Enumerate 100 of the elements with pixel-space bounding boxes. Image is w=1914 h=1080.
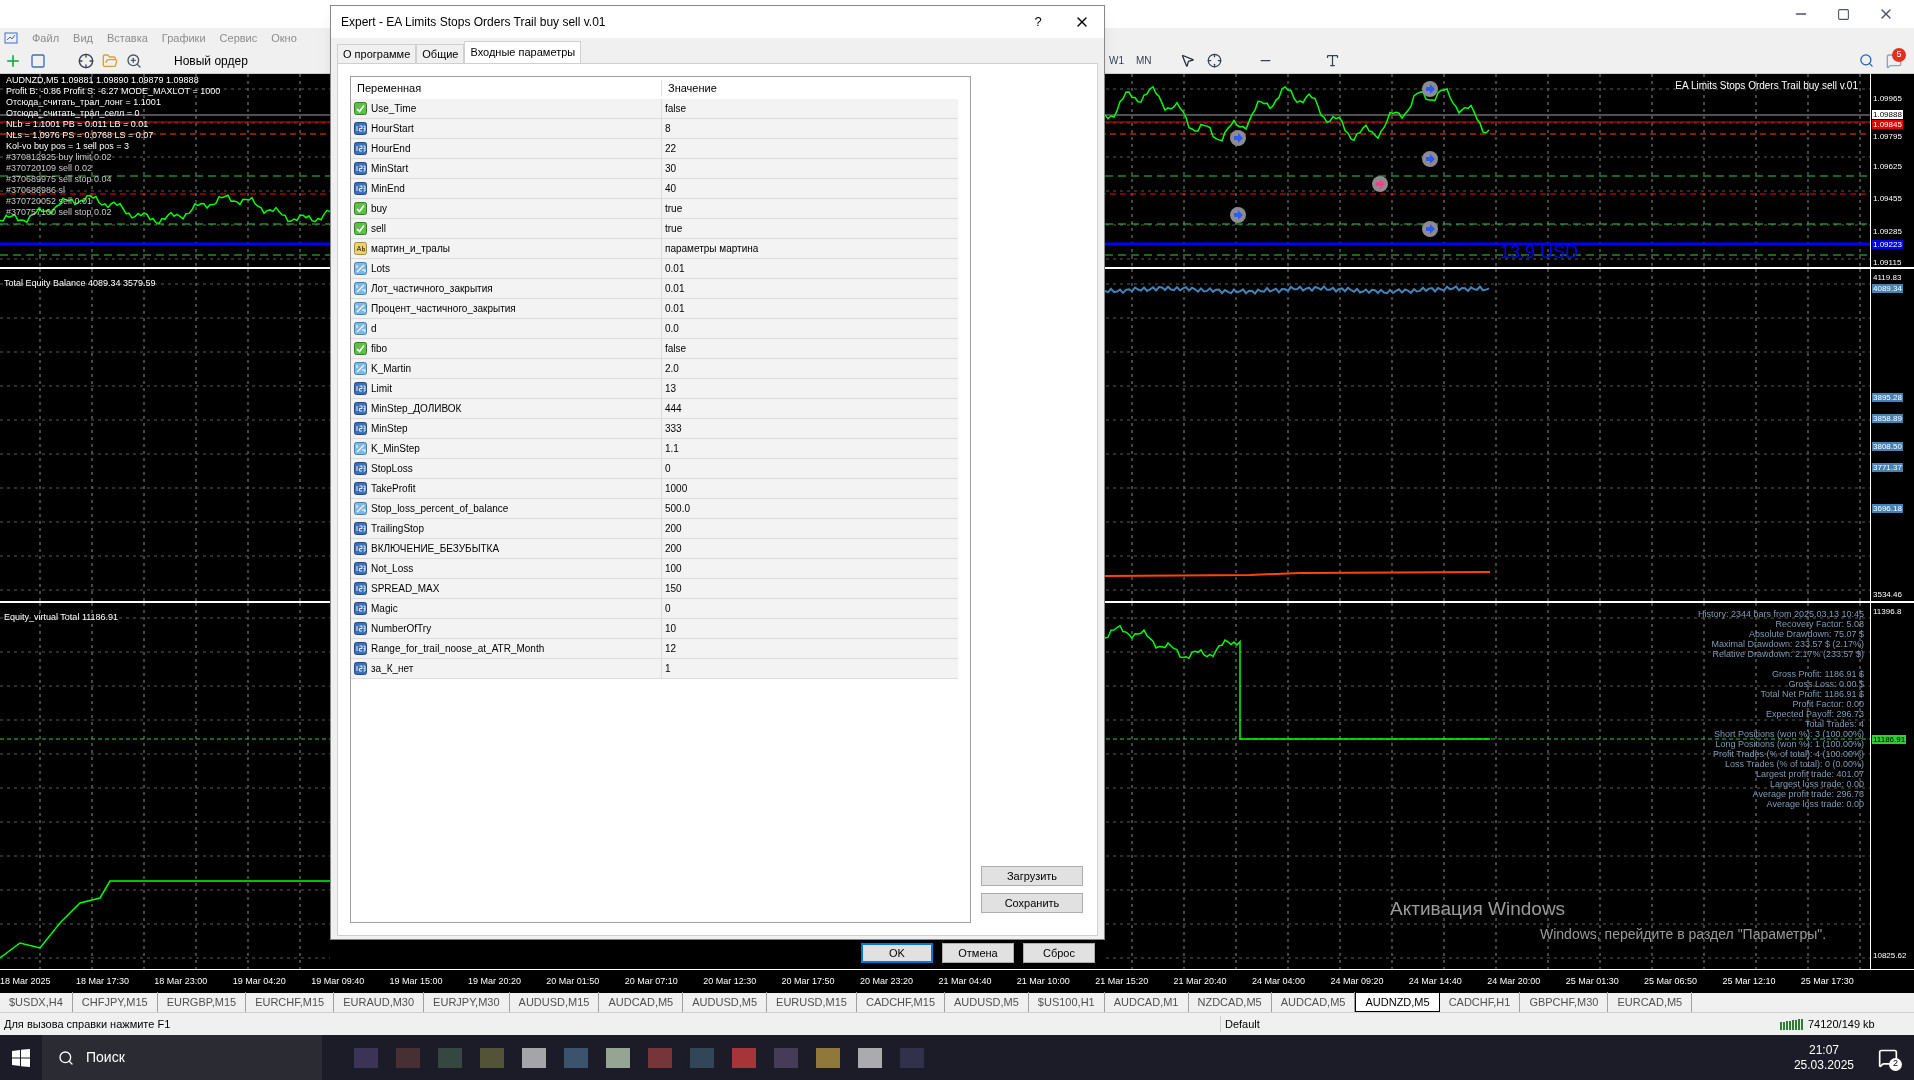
crosshair-icon[interactable] — [1206, 53, 1222, 68]
column-header[interactable]: Значение — [662, 79, 717, 97]
parameter-row[interactable]: HourEnd 22 — [351, 139, 958, 159]
parameter-row[interactable]: K_MinStep 1.1 — [351, 439, 958, 459]
parameter-value[interactable]: true — [662, 221, 683, 236]
parameter-value[interactable]: 8 — [662, 121, 671, 136]
dialog-tab[interactable]: О программе — [337, 44, 417, 63]
parameter-value[interactable]: 40 — [662, 181, 677, 196]
symbol-tab[interactable]: $US100,H1 — [1028, 992, 1105, 1012]
parameter-value[interactable]: параметры мартина — [662, 241, 759, 256]
taskbar-app-icon[interactable] — [606, 1047, 630, 1068]
dialog-button[interactable]: Отмена — [942, 943, 1014, 963]
parameter-row[interactable]: MinEnd 40 — [351, 179, 958, 199]
parameter-row[interactable]: NumberOfTry 10 — [351, 619, 958, 639]
parameter-row[interactable]: Процент_частичного_закрытия 0.01 — [351, 299, 958, 319]
symbol-tab[interactable]: NZDCAD,M5 — [1188, 992, 1272, 1012]
maximize-icon[interactable] — [1837, 7, 1850, 21]
symbol-tab[interactable]: CADCHF,H1 — [1439, 992, 1521, 1012]
symbol-tab[interactable]: CHFJPY,M15 — [72, 992, 158, 1012]
side-button[interactable]: Сохранить — [981, 893, 1083, 913]
parameter-value[interactable]: 1.1 — [662, 441, 679, 456]
parameter-value[interactable]: 12 — [662, 641, 677, 656]
symbol-tab[interactable]: AUDCAD,M1 — [1104, 992, 1189, 1012]
symbol-tab[interactable]: $USDX,H4 — [0, 992, 73, 1012]
parameter-row[interactable]: buy true — [351, 199, 958, 219]
parameter-value[interactable]: 444 — [662, 401, 682, 416]
parameter-value[interactable]: 0.01 — [662, 261, 685, 276]
symbol-tab[interactable]: AUDNZD,M5 — [1355, 992, 1440, 1012]
dialog-tab[interactable]: Общие — [416, 44, 465, 63]
parameter-row[interactable]: Stop_loss_percent_of_balance 500.0 — [351, 499, 958, 519]
period-button[interactable]: MN — [1136, 53, 1152, 68]
parameter-row[interactable]: MinStep 333 — [351, 419, 958, 439]
period-button[interactable]: W1 — [1109, 53, 1124, 68]
parameter-value[interactable]: 1 — [662, 661, 671, 676]
parameter-row[interactable]: Not_Loss 100 — [351, 559, 958, 579]
parameter-row[interactable]: Range_for_trail_noose_at_ATR_Month 12 — [351, 639, 958, 659]
parameter-value[interactable]: 333 — [662, 421, 682, 436]
symbol-tab[interactable]: AUDUSD,M5 — [683, 992, 768, 1012]
help-button[interactable]: ? — [1018, 12, 1058, 32]
taskbar-search-field[interactable]: Поиск — [42, 1035, 322, 1080]
dialog-button[interactable]: Сброс — [1023, 943, 1095, 963]
parameter-value[interactable]: 22 — [662, 141, 677, 156]
taskbar-app-icon[interactable] — [816, 1047, 840, 1068]
start-icon[interactable] — [12, 1048, 30, 1067]
dialog-tab[interactable]: Входные параметры — [464, 41, 582, 63]
symbol-tab[interactable]: EURGBP,M15 — [157, 992, 247, 1012]
symbol-tab[interactable]: EURCHF,M15 — [246, 992, 335, 1012]
parameter-value[interactable]: 150 — [662, 581, 682, 596]
parameter-value[interactable]: 1000 — [662, 481, 688, 496]
crosshair-icon[interactable] — [78, 52, 94, 69]
parameter-value[interactable]: 200 — [662, 541, 682, 556]
parameter-row[interactable]: мартин_и_тралы параметры мартина — [351, 239, 958, 259]
symbol-tab[interactable]: GBPCHF,M30 — [1520, 992, 1609, 1012]
parameter-row[interactable]: sell true — [351, 219, 958, 239]
parameter-row[interactable]: d 0.0 — [351, 319, 958, 339]
symbol-tab[interactable]: EURJPY,M30 — [424, 992, 510, 1012]
parameter-row[interactable]: Magic 0 — [351, 599, 958, 619]
parameter-row[interactable]: SPREAD_MAX 150 — [351, 579, 958, 599]
taskbar-app-icon[interactable] — [522, 1047, 546, 1068]
parameter-row[interactable]: ВКЛЮЧЕНИЕ_БЕЗУБЫТКА 200 — [351, 539, 958, 559]
parameter-value[interactable]: false — [662, 341, 687, 356]
cursor-icon[interactable] — [1179, 53, 1195, 68]
parameter-value[interactable]: 100 — [662, 561, 682, 576]
parameter-value[interactable]: false — [662, 101, 687, 116]
parameter-value[interactable]: 0 — [662, 461, 671, 476]
new-order-button[interactable]: Новый ордер — [170, 51, 252, 70]
parameter-value[interactable]: 10 — [662, 621, 677, 636]
parameter-value[interactable]: 30 — [662, 161, 677, 176]
parameter-row[interactable]: TrailingStop 200 — [351, 519, 958, 539]
symbol-tab[interactable]: EURCAD,M5 — [1608, 992, 1693, 1012]
parameter-value[interactable]: 0.01 — [662, 281, 685, 296]
parameter-row[interactable]: MinStart 30 — [351, 159, 958, 179]
symbol-tab[interactable]: EURAUD,M30 — [334, 992, 425, 1012]
symbol-tab[interactable]: CADCHF,M15 — [856, 992, 946, 1012]
parameter-value[interactable]: true — [662, 201, 683, 216]
parameter-value[interactable]: 200 — [662, 521, 682, 536]
parameter-value[interactable]: 2.0 — [662, 361, 679, 376]
parameter-row[interactable]: за_К_нет 1 — [351, 659, 958, 679]
parameter-row[interactable]: MinStep_ДОЛИВОК 444 — [351, 399, 958, 419]
search-icon[interactable] — [1859, 53, 1874, 68]
parameter-row[interactable]: HourStart 8 — [351, 119, 958, 139]
parameter-row[interactable]: Lots 0.01 — [351, 259, 958, 279]
parameter-value[interactable]: 500.0 — [662, 501, 691, 516]
symbol-tab[interactable]: EURUSD,M15 — [767, 992, 857, 1012]
symbol-tab[interactable]: AUDUSD,M5 — [945, 992, 1029, 1012]
symbol-tab[interactable]: AUDCAD,M5 — [599, 992, 684, 1012]
parameter-row[interactable]: fibo false — [351, 339, 958, 359]
parameter-row[interactable]: Лот_частичного_закрытия 0.01 — [351, 279, 958, 299]
side-button[interactable]: Загрузить — [981, 866, 1083, 886]
parameter-row[interactable]: Use_Time false — [351, 99, 958, 119]
zoom-icon[interactable] — [126, 52, 142, 69]
parameter-value[interactable]: 0.01 — [662, 301, 685, 316]
parameter-row[interactable]: K_Martin 2.0 — [351, 359, 958, 379]
symbol-tab[interactable]: AUDUSD,M15 — [509, 992, 600, 1012]
parameter-row[interactable]: TakeProfit 1000 — [351, 479, 958, 499]
column-header[interactable]: Переменная — [351, 79, 662, 97]
parameter-row[interactable]: StopLoss 0 — [351, 459, 958, 479]
parameter-value[interactable]: 0 — [662, 601, 671, 616]
parameter-row[interactable]: Limit 13 — [351, 379, 958, 399]
taskbar-app-icon[interactable] — [858, 1047, 882, 1068]
